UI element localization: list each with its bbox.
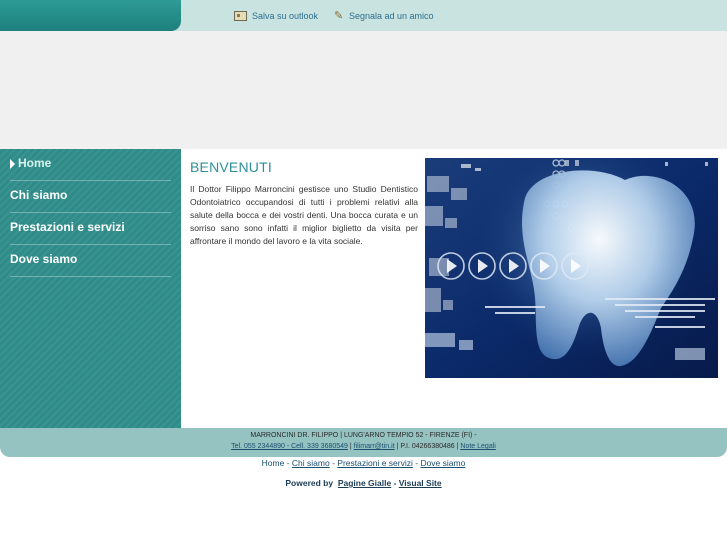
bottom-nav-dove-siamo[interactable]: Dove siamo <box>420 458 465 468</box>
hero-image <box>425 158 718 378</box>
visual-site-link[interactable]: Visual Site <box>399 478 442 488</box>
sidebar-item-dove-siamo[interactable]: Dove siamo <box>10 245 171 277</box>
footer-legal-link[interactable]: Note Legali <box>460 443 495 450</box>
pagine-gialle-link[interactable]: Pagine Gialle <box>338 478 391 488</box>
save-outlook-link[interactable]: Salva su outlook <box>234 8 318 24</box>
footer-bar: MARRONCINI DR. FILIPPO | LUNG'ARNO TEMPI… <box>0 428 727 457</box>
bottom-nav-separator: - <box>284 458 292 468</box>
footer-email-link[interactable]: filimarr@tin.it <box>354 443 395 450</box>
intro-paragraph: Il Dottor Filippo Marroncini gestisce un… <box>190 184 418 246</box>
footer-address: MARRONCINI DR. FILIPPO | LUNG'ARNO TEMPI… <box>250 432 477 439</box>
bottom-nav-prestazioni[interactable]: Prestazioni e servizi <box>337 458 413 468</box>
share-friend-label: Segnala ad un amico <box>349 11 434 21</box>
bottom-nav-home[interactable]: Home <box>262 458 285 468</box>
sidebar-item-label: Chi siamo <box>10 188 68 202</box>
page-title: BENVENUTI <box>190 159 272 175</box>
top-bar: Salva su outlook ✎ Segnala ad un amico <box>0 0 727 31</box>
bottom-nav-chi-siamo[interactable]: Chi siamo <box>292 458 330 468</box>
save-outlook-label: Salva su outlook <box>252 11 319 21</box>
bottom-nav: Home - Chi siamo - Prestazioni e servizi… <box>0 458 727 468</box>
powered-separator: - <box>391 478 399 488</box>
footer-vat: | P.I. 04266380486 | <box>394 443 461 450</box>
sidebar-item-prestazioni[interactable]: Prestazioni e servizi <box>10 213 171 245</box>
sidebar-item-chi-siamo[interactable]: Chi siamo <box>10 181 171 213</box>
sidebar-item-label: Prestazioni e servizi <box>10 220 125 234</box>
main-content: BENVENUTI Il Dottor Filippo Marroncini g… <box>181 149 727 428</box>
arrow-right-icon <box>10 159 15 169</box>
footer-contacts: Tel. 055 2344890 - Cell. 339 3680549 | f… <box>0 443 727 450</box>
top-bar-corner <box>0 0 181 31</box>
share-friend-icon: ✎ <box>334 10 344 22</box>
contact-card-icon <box>234 11 247 21</box>
powered-by-label: Powered by <box>285 478 334 488</box>
sidebar-item-home[interactable]: Home <box>10 149 171 181</box>
header-banner <box>0 31 727 149</box>
share-friend-link[interactable]: ✎ Segnala ad un amico <box>334 8 434 24</box>
sidebar-item-label: Dove siamo <box>10 252 78 266</box>
sidebar-item-label: Home <box>18 156 52 170</box>
footer-phone-link[interactable]: Tel. 055 2344890 - Cell. 339 3680549 <box>231 443 348 450</box>
sidebar: Home Chi siamo Prestazioni e servizi Dov… <box>0 149 181 428</box>
powered-by: Powered by Pagine Gialle - Visual Site <box>0 478 727 488</box>
